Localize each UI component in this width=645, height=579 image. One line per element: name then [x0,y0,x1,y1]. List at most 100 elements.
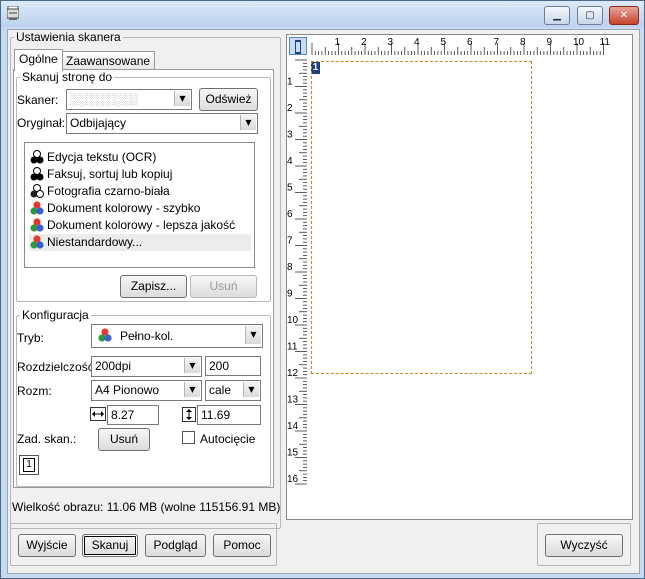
ruler-label: 8 [520,37,526,48]
ruler-label: 1 [335,37,341,48]
scan-to-title: Skanuj stronę do [20,70,115,84]
color-circles-icon [98,328,112,342]
app-icon [7,6,19,20]
height-value: 11.69 [201,408,231,422]
chevron-down-icon: ▼ [184,358,200,373]
scanner-label: Skaner: [17,93,59,107]
grayscale-circles-icon [30,184,44,198]
preview-button[interactable]: Podgląd [145,534,206,557]
resolution-custom-input[interactable]: 200 [205,356,261,376]
color-circles-icon [30,218,44,232]
ruler-label: 7 [494,37,500,48]
chevron-down-icon: ▼ [240,115,256,130]
scan-area-thumbnail[interactable]: 1 [19,455,39,475]
ruler-label: 4 [414,37,420,48]
color-circles-icon [30,201,44,215]
list-item[interactable]: Edycja tekstu (OCR) [29,149,251,166]
autocrop-label: Autocięcie [200,432,256,446]
list-item-selected[interactable]: Niestandardowy... [29,234,251,251]
ruler-label: 10 [573,37,585,48]
mode-value: Pełno-kol. [120,329,174,343]
chevron-down-icon: ▼ [245,326,261,344]
resolution-value: 200dpi [95,359,132,373]
minimize-button[interactable]: ▁ [544,6,570,25]
size-value: A4 Pionowo [95,383,160,397]
ruler-label: 16 [287,474,299,485]
list-item[interactable]: Dokument kolorowy - lepsza jakość [29,217,251,234]
help-button[interactable]: Pomoc [213,534,271,557]
scanner-settings-title: Ustawienia skanera [14,30,123,44]
save-profile-button[interactable]: Zapisz... [120,275,187,298]
bw-circles-icon [30,150,44,164]
area-number: 1 [23,458,35,472]
ruler-label: 3 [388,37,394,48]
image-size-status: Wielkość obrazu: 11.06 MB (wolne 115156.… [12,500,281,514]
delete-profile-button[interactable]: Usuń [190,275,257,298]
configuration-title: Konfiguracja [20,308,91,322]
ruler-label: 2 [361,37,367,48]
list-item-label: Dokument kolorowy - szybko [47,201,201,215]
original-value: Odbijający [70,116,127,130]
list-item-label: Dokument kolorowy - lepsza jakość [47,218,236,232]
scanner-select[interactable]: ░░░░░░░░ ▼ [66,89,192,110]
ruler-label: 9 [287,289,293,300]
size-label: Rozm: [17,384,52,398]
width-input[interactable]: 8.27 [107,405,159,425]
delete-area-button[interactable]: Usuń [98,428,150,451]
list-item[interactable]: Faksuj, sortuj lub kopiuj [29,166,251,183]
ruler-label: 15 [287,448,299,459]
width-value: 8.27 [111,408,135,422]
ruler-label: 5 [441,37,447,48]
exit-button[interactable]: Wyjście [18,534,76,557]
scanner-value: ░░░░░░░░ [70,92,139,106]
general-tab-panel: Skanuj stronę do Skaner: ░░░░░░░░ ▼ Odśw… [13,69,274,488]
ruler-label: 2 [287,103,293,114]
list-item[interactable]: Dokument kolorowy - szybko [29,200,251,217]
close-button[interactable]: ✕ [609,6,639,25]
ruler-label: 4 [287,156,293,167]
mode-label: Tryb: [17,331,44,345]
ruler-label: 13 [287,395,299,406]
tab-general[interactable]: Ogólne [14,49,63,71]
list-item-label: Niestandardowy... [47,235,143,249]
ruler-label: 14 [287,421,299,432]
color-circles-icon [30,235,44,249]
resolution-custom-value: 200 [209,359,230,373]
resolution-select[interactable]: 200dpi ▼ [91,356,202,377]
horizontal-ruler: 1 2 3 4 5 6 7 8 9 10 11 [309,35,629,55]
tab-advanced[interactable]: Zaawansowane [61,51,156,71]
original-select[interactable]: Odbijający ▼ [66,113,258,134]
scanner-window: ▁ ▢ ✕ Ustawienia skanera Ogólne Zaawanso… [0,0,645,579]
preview-pane[interactable]: 1 2 3 4 5 6 7 8 9 10 11 1 2 3 4 5 6 7 8 9 10 11 12 13 14 15 16 1 [286,34,633,520]
scan-button[interactable]: Skanuj [82,534,138,557]
chevron-down-icon: ▼ [174,91,190,106]
ruler-label: 8 [287,262,293,273]
ruler-label: 5 [287,183,293,194]
ruler-label: 3 [287,130,293,141]
ruler-label: 6 [467,37,473,48]
ruler-label: 12 [287,368,299,379]
autocrop-checkbox[interactable] [182,431,195,444]
profile-list[interactable]: Edycja tekstu (OCR) Faksuj, sortuj lub k… [24,142,255,268]
refresh-button[interactable]: Odśwież [199,88,258,111]
original-label: Oryginał: [17,116,66,130]
scan-area-selection[interactable] [311,61,532,374]
maximize-button[interactable]: ▢ [577,6,603,25]
resolution-label: Rozdzielczość: [17,360,98,374]
size-select[interactable]: A4 Pionowo ▼ [91,380,202,401]
mode-select[interactable]: Pełno-kol. ▼ [91,324,263,348]
width-arrows-icon [90,407,106,421]
list-item[interactable]: Fotografia czarno-biała [29,183,251,200]
clear-button[interactable]: Wyczyść [545,534,623,557]
ruler-label: 11 [287,342,298,353]
title-bar[interactable]: ▁ ▢ ✕ [1,1,644,27]
ruler-label: 7 [287,236,293,247]
chevron-down-icon: ▼ [243,382,259,397]
height-input[interactable]: 11.69 [197,405,261,425]
list-item-label: Faksuj, sortuj lub kopiuj [47,167,173,181]
ruler-label: 10 [287,315,299,326]
ruler-label: 11 [600,37,611,48]
vertical-ruler-ticks: 12345678910111213141516 [287,59,307,485]
client-area: Ustawienia skanera Ogólne Zaawansowane S… [7,29,640,574]
unit-select[interactable]: cale ▼ [205,380,261,401]
